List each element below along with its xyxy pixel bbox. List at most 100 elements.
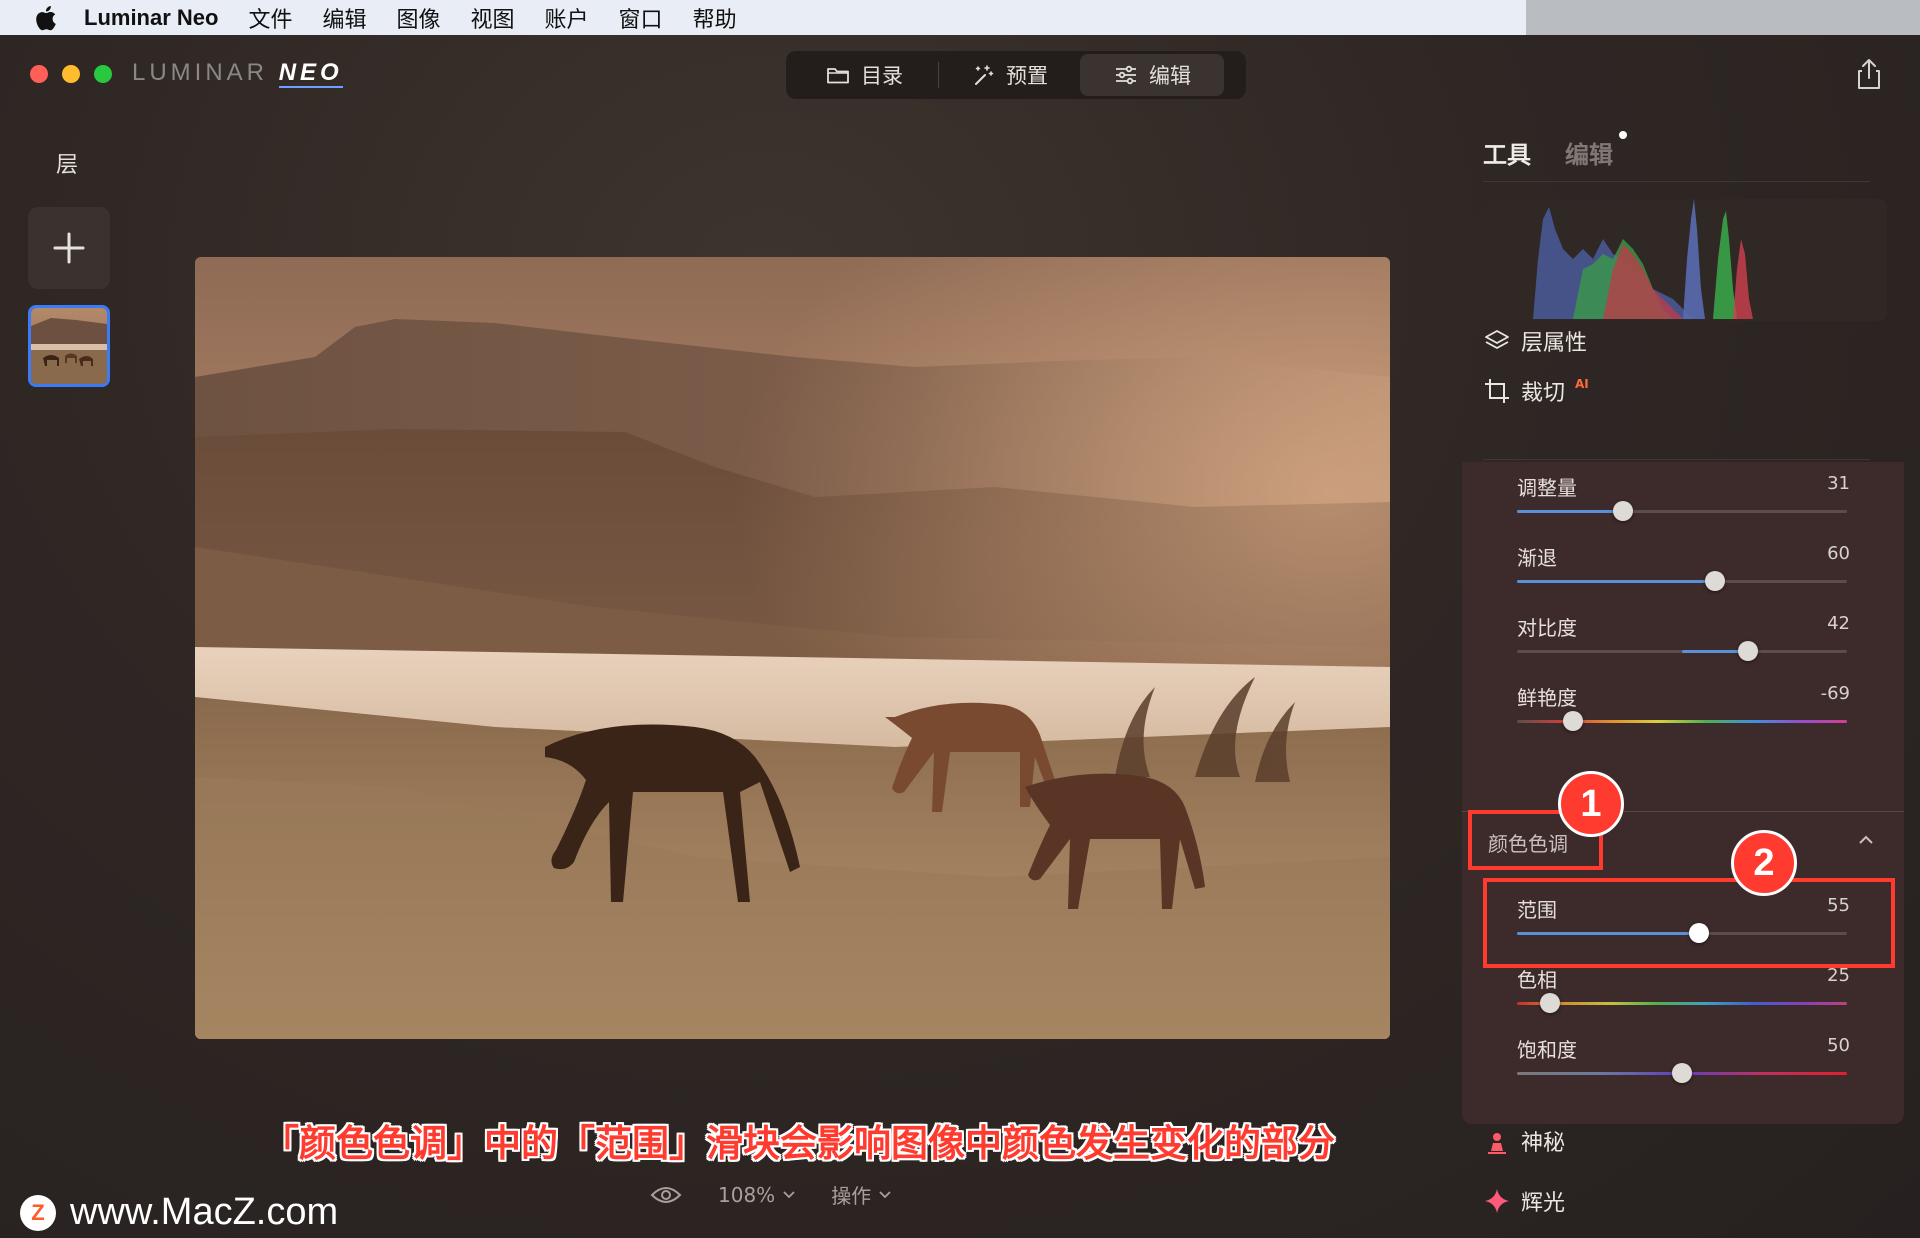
menubar-status-area	[1526, 0, 1920, 35]
chevron-up-icon[interactable]	[1857, 831, 1875, 849]
tools-divider	[1483, 459, 1870, 460]
mode-switcher: 目录 预置 编辑	[786, 51, 1246, 99]
tool-mystical[interactable]: 神秘	[1483, 1125, 1565, 1157]
menu-view[interactable]: 视图	[471, 2, 515, 34]
menu-app-name[interactable]: Luminar Neo	[84, 5, 218, 31]
preview-toggle[interactable]	[650, 1185, 682, 1205]
landscape-photo	[195, 257, 1390, 1039]
slider-track[interactable]	[1517, 571, 1847, 591]
chevron-down-icon	[783, 1190, 795, 1198]
tool-layer-properties-label: 层属性	[1521, 331, 1588, 356]
folder-icon	[827, 68, 849, 84]
apple-icon[interactable]	[30, 3, 60, 33]
slider-label: 范围	[1517, 898, 1557, 922]
slider-track[interactable]	[1517, 993, 1847, 1013]
tab-catalog[interactable]: 目录	[790, 54, 938, 96]
tool-crop-label: 裁切	[1521, 381, 1566, 406]
crop-icon	[1485, 379, 1509, 403]
annotation-badge-1: 1	[1558, 771, 1624, 837]
slider-thumb[interactable]	[1705, 571, 1725, 591]
layers-panel-title: 层	[56, 153, 79, 178]
tab-catalog-label: 目录	[861, 64, 903, 88]
slider-label: 对比度	[1517, 616, 1577, 640]
mystical-icon	[1488, 1133, 1506, 1154]
tab-edit[interactable]: 编辑	[1080, 54, 1224, 96]
actions-dropdown[interactable]: 操作	[831, 1180, 891, 1209]
slider-thumb[interactable]	[1738, 641, 1758, 661]
tool-glow[interactable]: 辉光	[1483, 1185, 1565, 1217]
annotation-badge-2: 2	[1731, 830, 1797, 896]
eye-icon	[650, 1186, 682, 1203]
slider-value: 31	[1827, 473, 1850, 494]
tool-crop[interactable]: 裁切 AI	[1483, 375, 1589, 407]
slider-value: 50	[1827, 1035, 1850, 1056]
window-minimize-button[interactable]	[62, 65, 80, 83]
chevron-down-icon	[879, 1190, 891, 1198]
slider-label: 调整量	[1517, 476, 1577, 500]
watermark-logo: Z	[20, 1194, 56, 1231]
layer-thumbnail[interactable]	[28, 305, 110, 387]
slider-value: 60	[1827, 543, 1850, 564]
slider-label: 鲜艳度	[1517, 686, 1577, 710]
titlebar: LUMINAR NEO 目录 预置 编辑	[0, 35, 1920, 109]
window-maximize-button[interactable]	[94, 65, 112, 83]
watermark-text: www.MacZ.com	[70, 1191, 339, 1233]
app-window: LUMINAR NEO 目录 预置 编辑 层 108% 操作 工具 编辑 层属性…	[0, 35, 1920, 1238]
magic-wand-icon	[975, 65, 994, 85]
slider-label: 色相	[1517, 968, 1557, 992]
tab-tools[interactable]: 工具	[1483, 135, 1531, 170]
slider-label: 饱和度	[1517, 1038, 1577, 1062]
slider-thumb[interactable]	[1612, 501, 1633, 521]
menu-window[interactable]: 窗口	[619, 2, 663, 34]
tab-presets[interactable]: 预置	[939, 54, 1079, 96]
sparkle-icon	[1485, 1189, 1509, 1213]
slider-value: 42	[1827, 613, 1850, 634]
tool-glow-label: 辉光	[1521, 1191, 1566, 1216]
slider-value: -69	[1820, 683, 1850, 704]
slider-fill	[1517, 580, 1715, 583]
menu-image[interactable]: 图像	[397, 2, 441, 34]
sliders-icon	[1116, 65, 1136, 85]
slider-track[interactable]	[1517, 711, 1847, 731]
macos-menubar: Luminar Neo 文件 编辑 图像 视图 账户 窗口 帮助	[0, 0, 1920, 35]
actions-label: 操作	[831, 1184, 872, 1208]
layers-icon	[1485, 330, 1509, 349]
photo-canvas[interactable]	[195, 257, 1390, 1039]
window-close-button[interactable]	[30, 65, 48, 83]
slider-value: 55	[1827, 895, 1850, 916]
slider-fill	[1517, 932, 1699, 935]
slider-track[interactable]	[1517, 1063, 1847, 1083]
histogram	[1483, 199, 1887, 321]
tutorial-caption: 「颜色色调」中的「范围」滑块会影响图像中颜色发生变化的部分	[262, 1122, 1335, 1165]
app-logo: LUMINAR NEO	[132, 59, 343, 88]
share-icon[interactable]	[1854, 57, 1884, 91]
slider-thumb[interactable]	[1563, 711, 1584, 731]
tab-edits[interactable]: 编辑	[1565, 135, 1613, 170]
slider-thumb[interactable]	[1672, 1063, 1692, 1083]
menu-help[interactable]: 帮助	[693, 2, 737, 34]
slider-track[interactable]	[1517, 923, 1847, 943]
tool-mystical-label: 神秘	[1521, 1131, 1566, 1156]
tabs-divider	[1483, 181, 1870, 182]
slider-label: 渐退	[1517, 546, 1557, 570]
menu-account[interactable]: 账户	[545, 2, 589, 34]
slider-thumb[interactable]	[1688, 923, 1709, 943]
site-watermark: Z www.MacZ.com	[20, 1191, 338, 1234]
zoom-dropdown[interactable]: 108%	[718, 1183, 795, 1207]
slider-value: 25	[1827, 965, 1850, 986]
add-layer-button[interactable]	[28, 207, 110, 289]
slider-fill	[1517, 510, 1623, 513]
tab-edit-label: 编辑	[1149, 64, 1191, 88]
ai-badge: AI	[1575, 377, 1589, 391]
slider-thumb[interactable]	[1540, 993, 1560, 1013]
menu-file[interactable]: 文件	[248, 2, 292, 34]
tab-presets-label: 预置	[1006, 64, 1048, 88]
slider-track[interactable]	[1517, 501, 1847, 521]
annotation-box-range	[1483, 878, 1895, 968]
menu-edit[interactable]: 编辑	[322, 2, 366, 34]
slider-track[interactable]	[1517, 641, 1847, 661]
tool-layer-properties[interactable]: 层属性	[1483, 325, 1587, 357]
zoom-value: 108%	[718, 1182, 776, 1207]
canvas-bottom-bar: 108% 操作	[650, 1180, 891, 1209]
plus-icon	[53, 232, 85, 264]
